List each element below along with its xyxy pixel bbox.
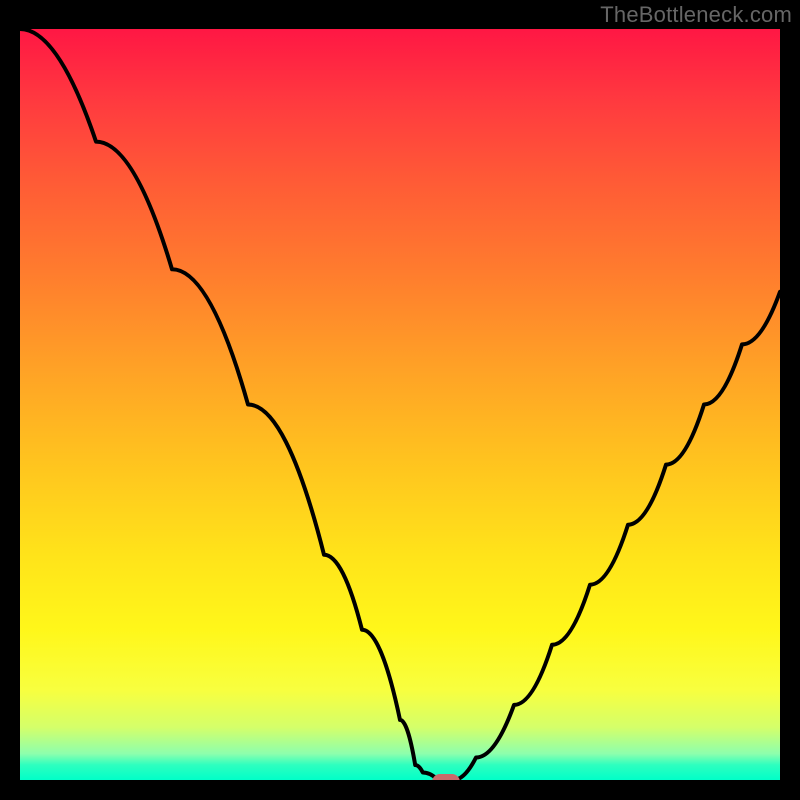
plot-area xyxy=(20,29,780,780)
bottleneck-marker xyxy=(432,774,460,780)
curve-layer xyxy=(20,29,780,780)
chart-frame: TheBottleneck.com xyxy=(0,0,800,800)
bottleneck-curve xyxy=(20,29,780,780)
watermark-text: TheBottleneck.com xyxy=(600,2,792,28)
